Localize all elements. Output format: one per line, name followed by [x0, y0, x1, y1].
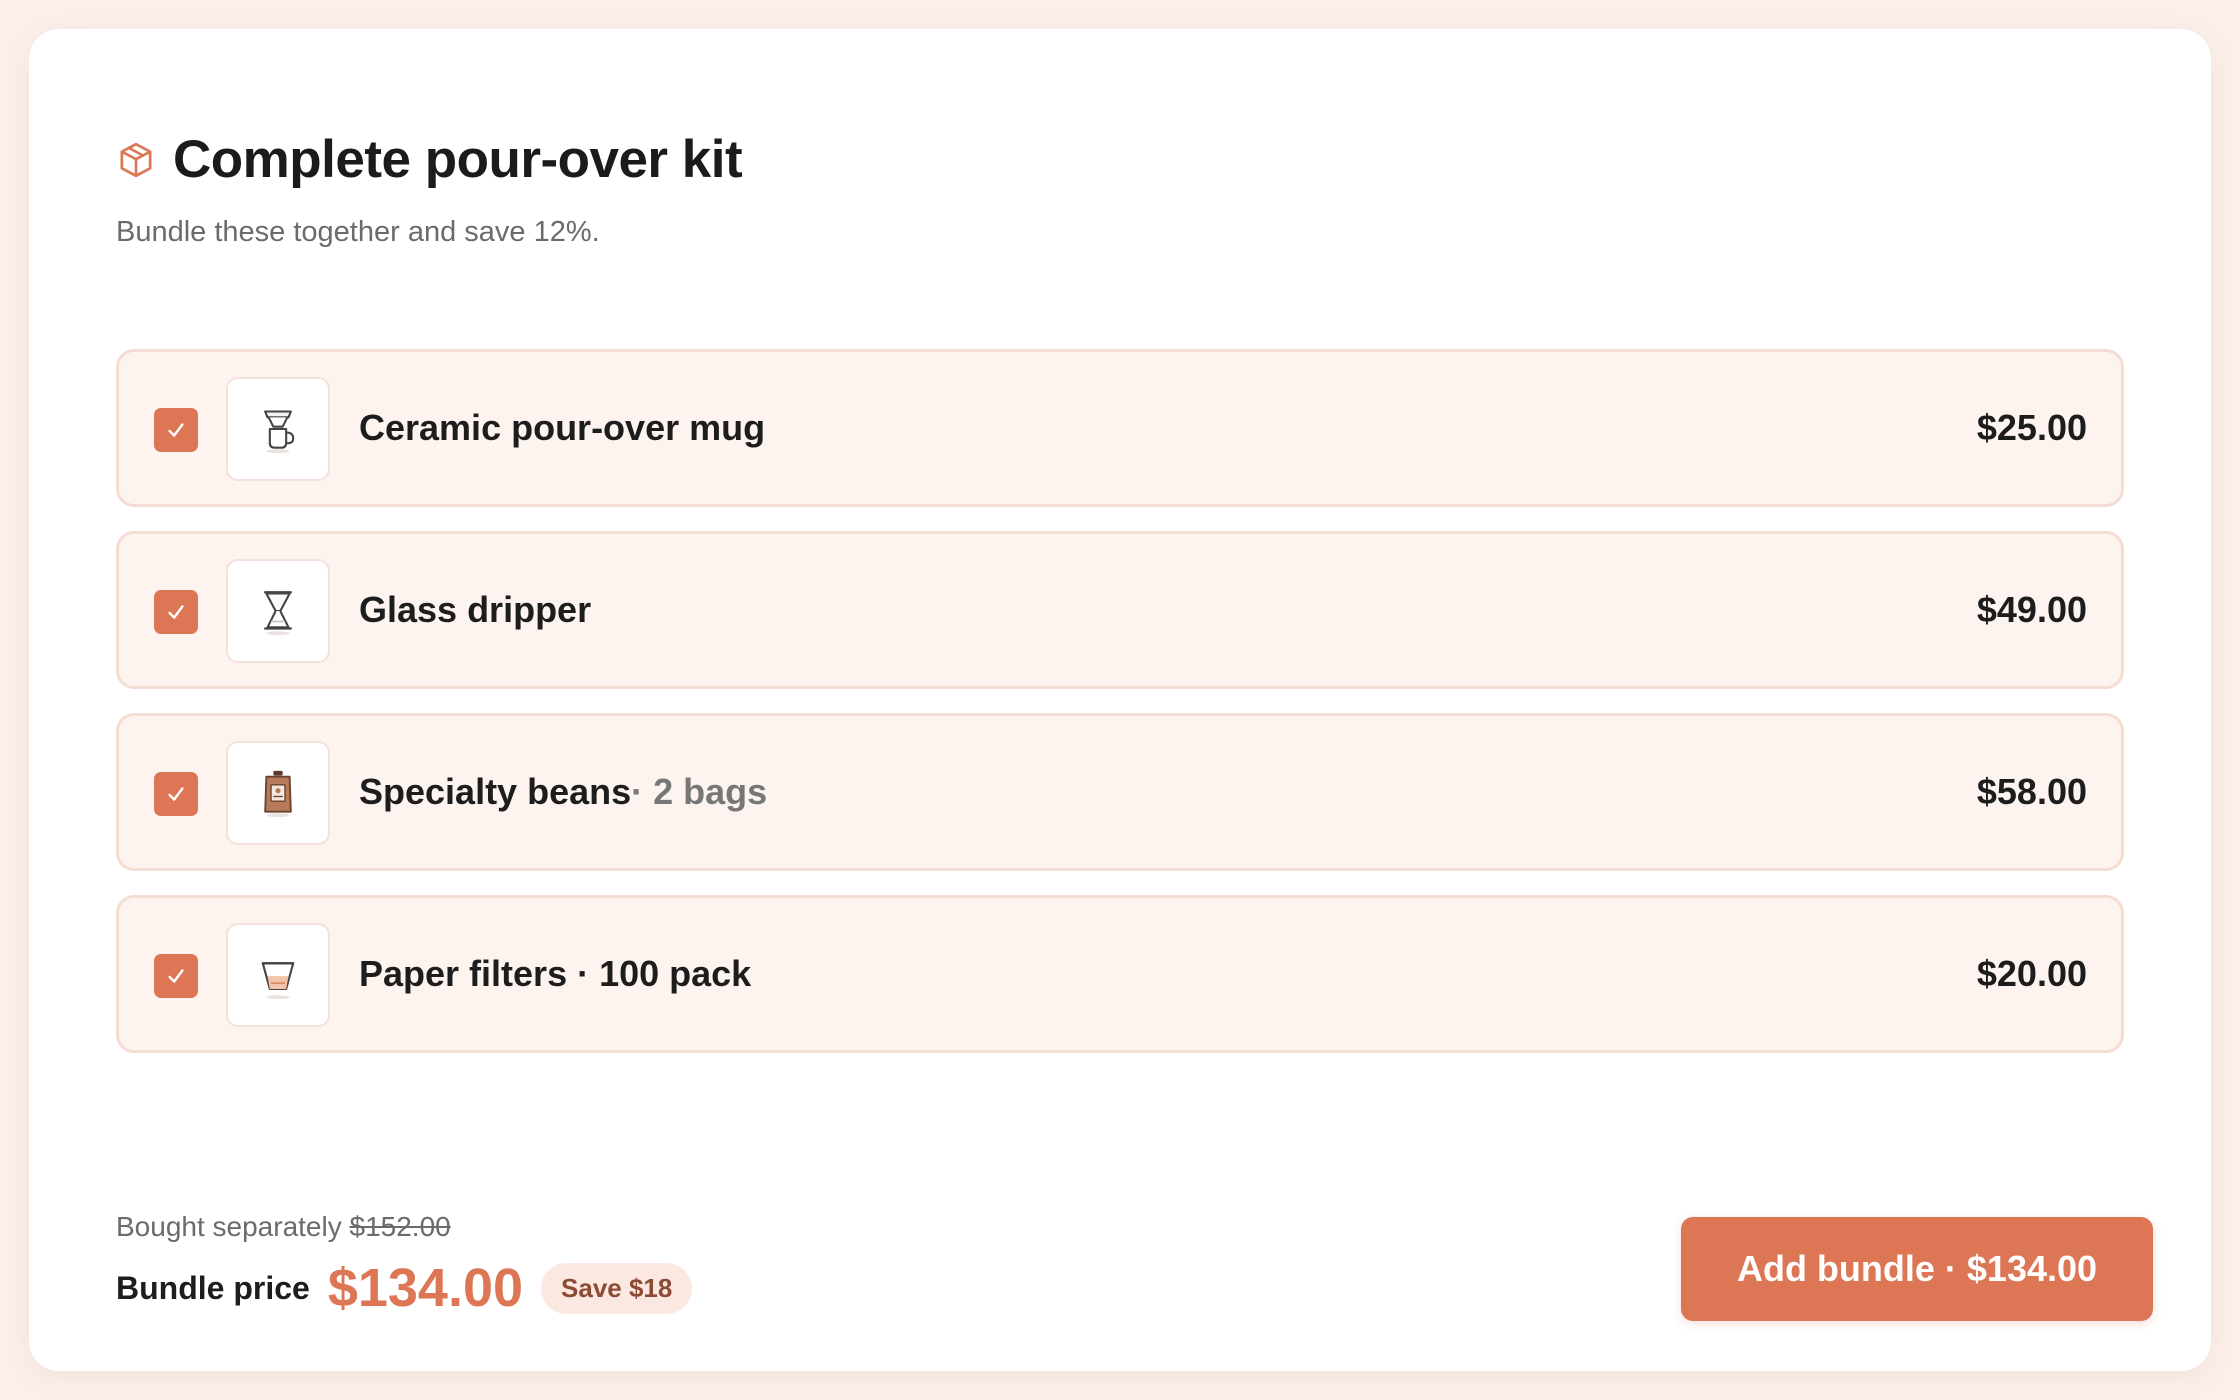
item-thumbnail: [226, 741, 330, 845]
page-subtitle: Bundle these together and save 12%.: [116, 216, 600, 248]
item-quantity: · 2 bags: [631, 771, 768, 812]
item-name: Paper filters · 100 pack: [359, 898, 751, 1050]
check-icon: [168, 423, 184, 437]
mug-icon: [264, 410, 295, 454]
item-checkbox[interactable]: [154, 408, 198, 452]
check-icon: [168, 969, 184, 983]
item-title: Specialty beans: [359, 771, 632, 812]
add-bundle-button[interactable]: Add bundle · $134.00: [1681, 1217, 2153, 1321]
check-icon: [168, 787, 184, 801]
bundle-price-row: Bundle price $134.00 Save $18: [116, 1257, 693, 1319]
item-name: Ceramic pour-over mug: [359, 352, 765, 504]
bundle-card: Complete pour-over kit Bundle these toge…: [29, 29, 2211, 1371]
page-title: Complete pour-over kit: [173, 130, 743, 189]
separate-price-line: Bought separately $152.00: [116, 1211, 692, 1243]
item-name: Specialty beans · 2 bags: [359, 716, 767, 868]
item-price: $58.00: [1976, 771, 2087, 812]
item-checkbox[interactable]: [154, 954, 198, 998]
price-summary: Bought separately $152.00 Bundle price $…: [116, 1211, 693, 1319]
separate-price-label: Bought separately: [116, 1211, 350, 1242]
bundle-item[interactable]: Glass dripper $49.00: [116, 531, 2124, 689]
item-price: $25.00: [1976, 407, 2087, 448]
bundle-price-value: $134.00: [327, 1258, 524, 1318]
item-price: $20.00: [1976, 953, 2087, 994]
item-thumbnail: [226, 923, 330, 1027]
item-checkbox[interactable]: [154, 590, 198, 634]
bundle-price-label: Bundle price: [116, 1269, 310, 1306]
bundle-item[interactable]: Paper filters · 100 pack $20.00: [116, 895, 2124, 1053]
item-checkbox[interactable]: [154, 772, 198, 816]
filter-icon: [261, 962, 295, 1000]
item-price: $49.00: [1976, 589, 2087, 630]
dripper-icon: [264, 591, 292, 636]
separate-price-value: $152.00: [349, 1211, 451, 1242]
bundle-item[interactable]: Specialty beans · 2 bags $58.00: [116, 713, 2124, 871]
item-title: Glass dripper: [359, 589, 592, 630]
item-title: Paper filters · 100 pack: [359, 953, 752, 994]
item-thumbnail: [226, 377, 330, 481]
savings-badge: Save $18: [541, 1262, 693, 1314]
bundle-items-list: Ceramic pour-over mug $25.00 Glass dripp…: [116, 349, 2124, 1077]
item-title: Ceramic pour-over mug: [359, 407, 766, 448]
check-icon: [168, 605, 184, 619]
item-name: Glass dripper: [359, 534, 591, 686]
coffee-bag-icon: [264, 770, 292, 818]
box-icon: [116, 140, 156, 180]
title-row: Complete pour-over kit: [116, 129, 743, 190]
bundle-item[interactable]: Ceramic pour-over mug $25.00: [116, 349, 2124, 507]
item-thumbnail: [226, 559, 330, 663]
bundle-header: Complete pour-over kit Bundle these toge…: [116, 129, 743, 249]
